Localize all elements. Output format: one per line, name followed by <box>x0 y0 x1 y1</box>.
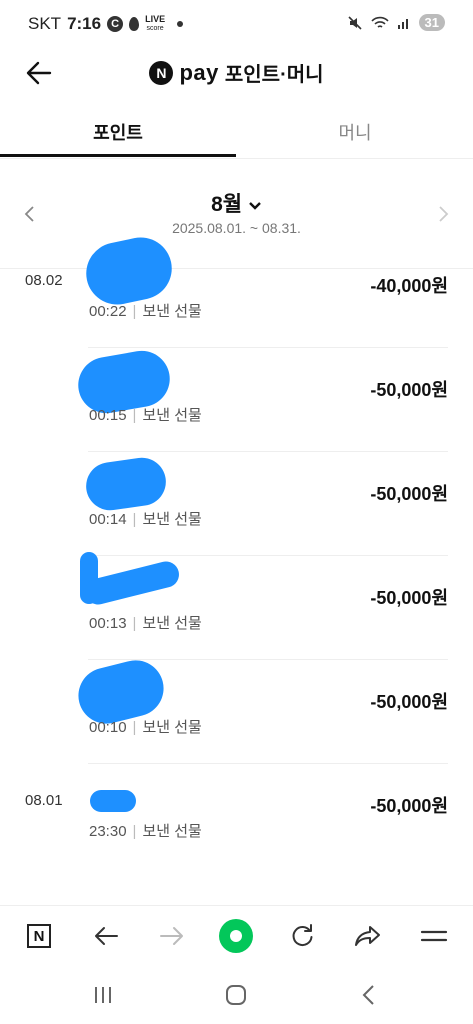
browser-back-button[interactable] <box>88 918 124 954</box>
list-item[interactable]: -50,000원 00:14 | 보낸 선물 <box>0 454 473 582</box>
naver-n-icon: N <box>149 60 174 85</box>
tx-amount: -50,000원 <box>370 796 448 816</box>
chevron-down-icon <box>249 202 261 210</box>
livescore-icon: LIVE score <box>145 14 166 33</box>
home-icon <box>226 985 246 1005</box>
tx-amount: -50,000원 <box>370 484 448 504</box>
green-dot-button[interactable] <box>218 918 254 954</box>
tx-meta: 23:30 | 보낸 선물 <box>89 823 202 840</box>
month-selector: 8월 2025.08.01. ~ 08.31. <box>0 180 473 250</box>
nav-back-button[interactable] <box>354 980 384 1010</box>
month-dropdown[interactable]: 8월 <box>0 188 473 218</box>
menu-button[interactable] <box>416 918 452 954</box>
notification-dot-icon <box>177 21 184 27</box>
share-icon <box>355 926 380 946</box>
reload-icon <box>292 924 313 946</box>
title-text: 포인트·머니 <box>224 64 324 86</box>
recents-icon <box>95 987 111 1003</box>
system-nav-bar <box>0 968 473 1024</box>
tx-meta: 00:13 | 보낸 선물 <box>89 615 202 632</box>
row-divider <box>88 555 448 556</box>
list-item[interactable]: -50,000원 00:15 | 보낸 선물 <box>0 346 473 478</box>
status-bar: SKT 7:16 C LIVE score 31 <box>0 0 473 48</box>
tx-meta: 00:14 | 보낸 선물 <box>89 511 202 528</box>
browser-forward-button[interactable] <box>154 918 190 954</box>
pay-brand: pay <box>179 59 219 85</box>
signal-icon <box>397 18 408 29</box>
green-dot-icon <box>219 919 253 953</box>
list-item[interactable]: -50,000원 00:10 | 보낸 선물 <box>0 654 473 790</box>
page-title: N pay 포인트·머니 <box>0 58 473 87</box>
tx-amount: -50,000원 <box>370 692 448 712</box>
row-divider <box>88 347 448 348</box>
tx-amount: -50,000원 <box>370 380 448 400</box>
menu-icon <box>420 930 448 942</box>
tx-date: 08.01 <box>25 792 63 809</box>
c-badge-icon: C <box>107 16 124 32</box>
tx-amount: -50,000원 <box>370 588 448 608</box>
list-item[interactable]: 08.01 -50,000원 23:30 | 보낸 선물 <box>0 790 473 894</box>
clock: 7:16 <box>67 14 102 33</box>
drop-icon <box>129 17 140 31</box>
list-item[interactable]: 08.02 -40,000원 00:22 | 보낸 선물 <box>0 231 473 374</box>
naver-n-box-icon: N <box>27 924 51 948</box>
status-right: 31 <box>347 14 445 31</box>
forward-arrow-icon <box>160 927 183 945</box>
redaction-mark <box>90 790 136 812</box>
home-button[interactable] <box>221 980 251 1010</box>
page-header: N pay 포인트·머니 <box>0 48 473 98</box>
wifi-icon <box>370 16 389 28</box>
month-label: 8월 <box>211 193 243 216</box>
mute-icon <box>347 15 362 30</box>
nav-back-icon <box>362 985 374 1005</box>
back-arrow-icon <box>95 927 118 945</box>
tab-money[interactable]: 머니 <box>237 110 473 156</box>
tab-bar: 포인트 머니 <box>0 110 473 159</box>
tx-meta: 00:15 | 보낸 선물 <box>89 407 202 424</box>
tx-meta: 00:22 | 보낸 선물 <box>89 303 202 320</box>
divider <box>0 268 473 269</box>
browser-toolbar: N <box>0 905 473 966</box>
list-item[interactable]: -50,000원 00:13 | 보낸 선물 <box>0 552 473 686</box>
recents-button[interactable] <box>88 980 118 1010</box>
tab-points[interactable]: 포인트 <box>0 110 236 157</box>
chevron-right-icon[interactable] <box>435 202 451 226</box>
share-button[interactable] <box>350 918 386 954</box>
tx-amount: -40,000원 <box>370 276 448 296</box>
reload-button[interactable] <box>284 918 320 954</box>
naver-home-button[interactable]: N <box>21 918 57 954</box>
tx-meta: 00:10 | 보낸 선물 <box>89 719 202 736</box>
month-range: 2025.08.01. ~ 08.31. <box>172 220 301 236</box>
carrier-label: SKT <box>28 14 62 33</box>
row-divider <box>88 451 448 452</box>
row-divider <box>88 659 448 660</box>
battery-icon: 31 <box>418 14 445 31</box>
row-divider <box>88 763 448 764</box>
status-left: SKT 7:16 C LIVE score <box>28 14 184 34</box>
tx-date: 08.02 <box>25 272 63 289</box>
